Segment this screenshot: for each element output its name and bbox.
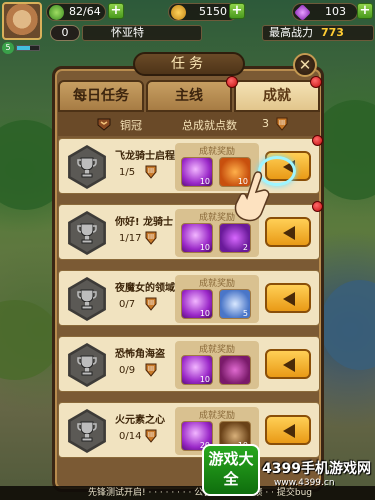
panel-title: 任务 bbox=[133, 52, 245, 76]
creature-icon[interactable] bbox=[219, 355, 251, 385]
achievement-row: 恐怖角海盗 0/9 III 成就奖励 10 bbox=[58, 336, 320, 392]
reward-count: 5 bbox=[242, 309, 248, 318]
svg-text:III: III bbox=[148, 299, 154, 307]
notification-dot bbox=[226, 76, 238, 88]
go-button[interactable] bbox=[265, 415, 311, 445]
site-url: www.4399.cn bbox=[274, 478, 335, 488]
orb-icon[interactable]: 5 bbox=[219, 289, 251, 319]
gem-icon[interactable]: 10 bbox=[181, 289, 213, 319]
achievement-progress: 0/7 bbox=[119, 299, 136, 310]
pointing-hand-icon bbox=[234, 171, 270, 222]
bronze-crown-icon bbox=[97, 118, 111, 131]
achievement-row: 夜魔女的领域 0/7 III 成就奖励 10 5 bbox=[58, 270, 320, 326]
achievement-name: 火元素之心 bbox=[115, 415, 165, 426]
reward-label: 成就奖励 bbox=[198, 411, 235, 421]
add-gems-button[interactable]: + bbox=[357, 3, 373, 19]
player-avatar[interactable] bbox=[2, 2, 42, 40]
footer-bar: 先锋测试开启! · · · · · · · · 公告 · · 问卷反馈 · · … bbox=[0, 486, 375, 500]
achievement-row: 你好! 龙骑士 1/17 III 成就奖励 10 2 bbox=[58, 201, 323, 260]
go-button[interactable] bbox=[265, 349, 311, 379]
achievement-row: 火元素之心0/14III成就奖励2010 bbox=[58, 402, 320, 458]
trophy-icon bbox=[77, 355, 97, 376]
stamina-icon bbox=[49, 5, 64, 20]
gem-icon[interactable]: 10 bbox=[181, 223, 213, 253]
reward-count: 10 bbox=[199, 177, 210, 186]
trophy-icon bbox=[77, 421, 97, 442]
go-button[interactable] bbox=[265, 283, 311, 313]
achievement-name: 恐怖角海盗 bbox=[115, 349, 165, 360]
potion-icon[interactable]: 2 bbox=[219, 223, 251, 253]
top-hud: 82/64 + 5150 + 103 + 0 怀亚特 最高战力 773 5 bbox=[0, 0, 375, 54]
gem-icon bbox=[294, 4, 311, 21]
trophy-icon bbox=[77, 223, 97, 244]
svg-text:III: III bbox=[279, 119, 285, 127]
add-stamina-button[interactable]: + bbox=[108, 3, 124, 19]
reward-label: 成就奖励 bbox=[198, 147, 235, 157]
achievement-points-icon: III bbox=[145, 297, 157, 311]
close-button[interactable]: ✕ bbox=[293, 53, 317, 77]
achievement-name: 夜魔女的领域 bbox=[115, 283, 175, 294]
tab-bar: 每日任务 主线 成就 bbox=[58, 76, 322, 112]
experience-bar bbox=[16, 45, 40, 51]
gold-coin-icon bbox=[171, 5, 186, 20]
achievement-summary: 铜冠 总成就点数 3 III bbox=[58, 112, 320, 136]
reward-box: 成就奖励 10 bbox=[175, 341, 259, 389]
svg-text:III: III bbox=[148, 233, 154, 241]
svg-text:III: III bbox=[148, 167, 154, 175]
stamina-display: 82/64 bbox=[46, 3, 106, 21]
reward-count: 2 bbox=[242, 243, 248, 252]
tab-daily-tasks[interactable]: 每日任务 bbox=[58, 80, 144, 112]
power-display: 最高战力 773 bbox=[262, 25, 374, 41]
achievement-points-icon: III bbox=[145, 363, 157, 377]
gem-icon[interactable]: 10 bbox=[181, 355, 213, 385]
player-level-badge: 5 bbox=[2, 42, 14, 54]
reward-count: 10 bbox=[199, 243, 210, 252]
vip-level-badge: 0 bbox=[50, 25, 80, 41]
achievement-name: 飞龙骑士启程 bbox=[115, 151, 175, 162]
achievement-points-icon: III bbox=[145, 231, 157, 245]
achievement-points-icon: III bbox=[145, 165, 157, 179]
achievement-progress: 0/14 bbox=[119, 431, 142, 442]
trophy-icon bbox=[77, 289, 97, 310]
achievement-progress: 0/9 bbox=[119, 365, 136, 376]
reward-label: 成就奖励 bbox=[198, 279, 235, 289]
svg-text:III: III bbox=[148, 431, 154, 439]
player-name: 怀亚特 bbox=[82, 25, 202, 41]
notification-dot bbox=[312, 201, 323, 212]
notification-dot bbox=[312, 135, 323, 146]
reward-count: 10 bbox=[199, 309, 210, 318]
achievement-progress: 1/5 bbox=[119, 167, 136, 178]
site-watermark: 4399手机游戏网 bbox=[262, 461, 371, 477]
gold-display: 5150 bbox=[168, 3, 238, 21]
achievement-name: 你好! 龙骑士 bbox=[115, 217, 174, 228]
close-icon: ✕ bbox=[298, 56, 312, 74]
trophy-icon bbox=[77, 157, 97, 178]
achievement-points-icon: III bbox=[145, 429, 157, 443]
tab-main-quest[interactable]: 主线 bbox=[146, 80, 232, 112]
gem-icon[interactable]: 10 bbox=[181, 157, 213, 187]
svg-text:III: III bbox=[148, 365, 154, 373]
tab-achievements[interactable]: 成就 bbox=[234, 80, 320, 112]
site-logo: 游戏大全 bbox=[202, 444, 260, 496]
reward-label: 成就奖励 bbox=[198, 345, 235, 355]
reward-count: 10 bbox=[199, 375, 210, 384]
notification-dot bbox=[310, 76, 322, 88]
reward-box: 成就奖励 10 5 bbox=[175, 275, 259, 323]
add-gold-button[interactable]: + bbox=[229, 3, 245, 19]
gem-display: 103 bbox=[292, 3, 358, 21]
achievement-progress: 1/17 bbox=[119, 233, 142, 244]
achievement-points-icon: III bbox=[276, 117, 288, 131]
